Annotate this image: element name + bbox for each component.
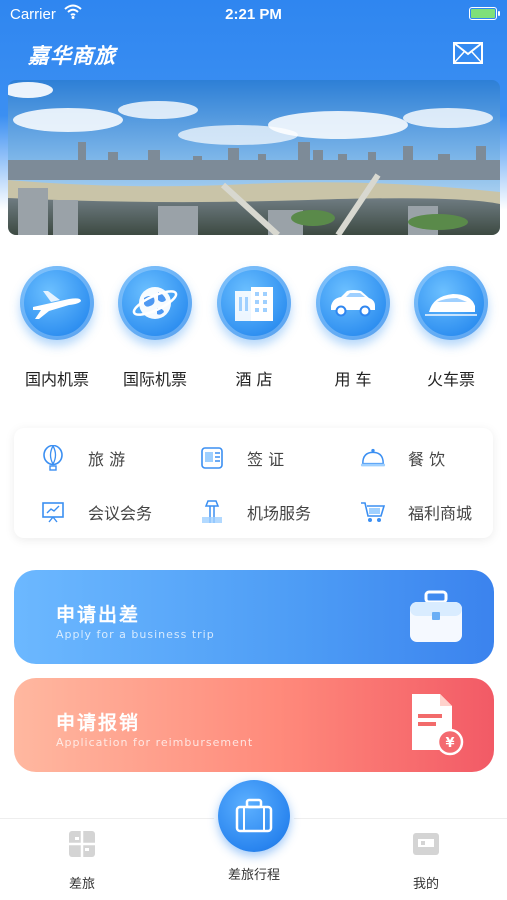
airport-tower-icon (199, 499, 225, 525)
balloon-icon (40, 445, 66, 471)
service-visa[interactable]: 签 证 (199, 444, 284, 472)
main-services: 国内机票 国际机票 酒 店 用 车 火车票 (0, 262, 507, 402)
clock: 2:21 PM (225, 6, 282, 23)
service-label: 签 证 (247, 450, 285, 469)
apply-reimbursement-card[interactable]: 申请报销 Application for reimbursement ¥ (14, 678, 494, 772)
hotel-building-icon (217, 266, 291, 340)
apply-reimbursement-subtitle: Application for reimbursement (56, 736, 254, 749)
service-label: 国际机票 (122, 370, 187, 389)
shopping-cart-icon (360, 499, 386, 525)
apply-trip-subtitle: Apply for a business trip (56, 628, 215, 641)
tab-trip-itinerary[interactable] (218, 780, 290, 852)
briefcase-icon (235, 798, 273, 833)
service-mall[interactable]: 福利商城 (360, 498, 472, 526)
apply-trip-card[interactable]: 申请出差 Apply for a business trip (14, 570, 494, 664)
battery-icon (469, 7, 500, 20)
service-label: 火车票 (426, 370, 475, 389)
invoice-yen-icon: ¥ (406, 692, 466, 762)
tab-mine[interactable]: 我的 (386, 829, 466, 892)
apply-trip-title: 申请出差 (56, 604, 141, 626)
service-label: 国内机票 (24, 370, 89, 389)
tab-label: 差旅行程 (227, 868, 280, 883)
service-label: 酒 店 (235, 370, 273, 389)
service-car[interactable]: 用 车 (308, 262, 398, 390)
tab-travel[interactable]: 差旅 (42, 829, 122, 892)
app-title: 嘉华商旅 (28, 44, 116, 68)
status-bar: Carrier 2:21 PM (0, 0, 507, 28)
grid-icon (67, 829, 97, 859)
service-label: 餐 饮 (408, 450, 446, 469)
service-international-flight[interactable]: 国际机票 (110, 262, 200, 390)
passport-icon (199, 445, 225, 471)
service-airport[interactable]: 机场服务 (199, 498, 311, 526)
car-icon (316, 266, 390, 340)
airplane-icon (20, 266, 94, 340)
tab-label: 我的 (412, 877, 439, 892)
service-domestic-flight[interactable]: 国内机票 (12, 262, 102, 390)
mail-icon[interactable] (453, 42, 483, 64)
svg-text:¥: ¥ (445, 736, 454, 751)
service-label: 福利商城 (408, 504, 473, 523)
service-label: 机场服务 (247, 504, 312, 523)
tab-label: 差旅 (68, 877, 95, 892)
service-meetings[interactable]: 会议会务 (40, 498, 152, 526)
service-travel[interactable]: 旅 游 (40, 444, 125, 472)
profile-card-icon (411, 829, 441, 859)
service-label: 用 车 (334, 370, 372, 389)
presentation-icon (40, 499, 66, 525)
dish-cover-icon (360, 445, 386, 471)
banner-image[interactable] (8, 80, 500, 235)
service-hotel[interactable]: 酒 店 (209, 262, 299, 390)
service-label: 会议会务 (88, 504, 153, 523)
service-label: 旅 游 (88, 450, 126, 469)
train-icon (414, 266, 488, 340)
globe-icon (118, 266, 192, 340)
briefcase-icon (406, 588, 466, 650)
secondary-services-card: 旅 游 签 证 餐 饮 会议会务 机场服务 福利商城 (14, 428, 493, 538)
apply-reimbursement-title: 申请报销 (56, 712, 141, 734)
service-dining[interactable]: 餐 饮 (360, 444, 445, 472)
service-train[interactable]: 火车票 (406, 262, 496, 390)
